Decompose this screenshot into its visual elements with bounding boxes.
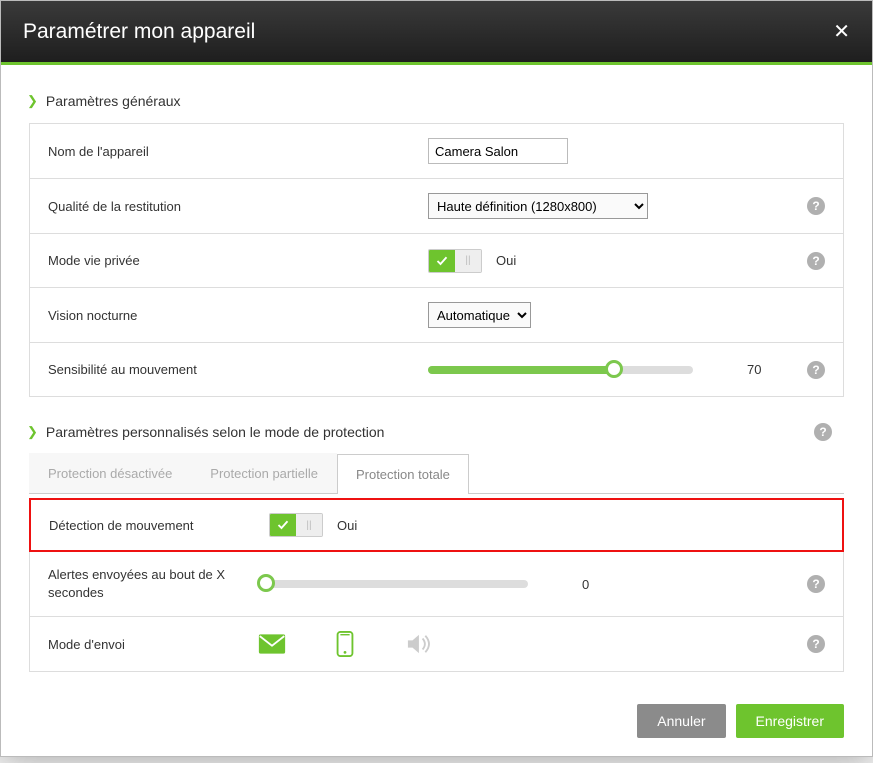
- tab-protection-off[interactable]: Protection désactivée: [29, 453, 191, 493]
- custom-panel: Alertes envoyées au bout de X secondes 0…: [29, 552, 844, 672]
- row-device-name: Nom de l'appareil: [30, 124, 843, 179]
- mobile-icon[interactable]: [336, 631, 354, 657]
- send-mode-label: Mode d'envoi: [48, 637, 258, 652]
- modal-title: Paramétrer mon appareil: [23, 20, 255, 44]
- row-alert-delay: Alertes envoyées au bout de X secondes 0…: [30, 552, 843, 617]
- cancel-button[interactable]: Annuler: [637, 704, 725, 738]
- alert-delay-label: Alertes envoyées au bout de X secondes: [48, 566, 258, 602]
- row-motion-detection: Détection de mouvement || Oui: [29, 498, 844, 552]
- help-icon[interactable]: ?: [807, 197, 825, 215]
- section-custom-title: Paramètres personnalisés selon le mode d…: [46, 424, 385, 440]
- section-general-header[interactable]: ❯ Paramètres généraux: [27, 93, 850, 109]
- modal-body: ❯ Paramètres généraux Nom de l'appareil …: [1, 65, 872, 688]
- privacy-value: Oui: [496, 253, 516, 268]
- row-send-mode: Mode d'envoi: [30, 617, 843, 672]
- general-panel: Nom de l'appareil Qualité de la restitut…: [29, 123, 844, 397]
- section-custom: ❯ Paramètres personnalisés selon le mode…: [23, 423, 850, 672]
- nightvision-select[interactable]: Automatique: [428, 302, 531, 328]
- email-icon[interactable]: [258, 633, 286, 655]
- privacy-toggle[interactable]: ||: [428, 249, 482, 273]
- row-privacy: Mode vie privée || Oui ?: [30, 234, 843, 288]
- help-icon[interactable]: ?: [807, 575, 825, 593]
- alert-delay-value: 0: [582, 577, 622, 592]
- motion-label: Détection de mouvement: [49, 518, 269, 533]
- quality-select[interactable]: Haute définition (1280x800): [428, 193, 648, 219]
- modal-header: Paramétrer mon appareil ✕: [1, 1, 872, 62]
- alert-delay-slider[interactable]: [258, 580, 528, 588]
- chevron-right-icon: ❯: [27, 424, 38, 440]
- chevron-right-icon: ❯: [27, 93, 38, 109]
- close-icon[interactable]: ✕: [833, 19, 850, 44]
- save-button[interactable]: Enregistrer: [736, 704, 844, 738]
- motion-value: Oui: [337, 518, 357, 533]
- sound-icon[interactable]: [404, 633, 432, 655]
- motion-toggle[interactable]: ||: [269, 513, 323, 537]
- tab-protection-partial[interactable]: Protection partielle: [191, 453, 337, 493]
- row-sensitivity: Sensibilité au mouvement 70 ?: [30, 343, 843, 397]
- quality-label: Qualité de la restitution: [48, 199, 428, 214]
- sensitivity-slider[interactable]: [428, 366, 693, 374]
- device-name-label: Nom de l'appareil: [48, 144, 428, 159]
- help-icon[interactable]: ?: [814, 423, 832, 441]
- sensitivity-label: Sensibilité au mouvement: [48, 362, 428, 377]
- tab-protection-total[interactable]: Protection totale: [337, 454, 469, 494]
- device-settings-modal: Paramétrer mon appareil ✕ ❯ Paramètres g…: [0, 0, 873, 757]
- sensitivity-value: 70: [747, 362, 787, 377]
- protection-tabs: Protection désactivée Protection partiel…: [29, 453, 844, 494]
- help-icon[interactable]: ?: [807, 252, 825, 270]
- privacy-label: Mode vie privée: [48, 253, 428, 268]
- row-nightvision: Vision nocturne Automatique: [30, 288, 843, 343]
- row-quality: Qualité de la restitution Haute définiti…: [30, 179, 843, 234]
- device-name-input[interactable]: [428, 138, 568, 164]
- help-icon[interactable]: ?: [807, 635, 825, 653]
- modal-footer: Annuler Enregistrer: [1, 688, 872, 756]
- nightvision-label: Vision nocturne: [48, 308, 428, 323]
- section-general-title: Paramètres généraux: [46, 93, 181, 109]
- help-icon[interactable]: ?: [807, 361, 825, 379]
